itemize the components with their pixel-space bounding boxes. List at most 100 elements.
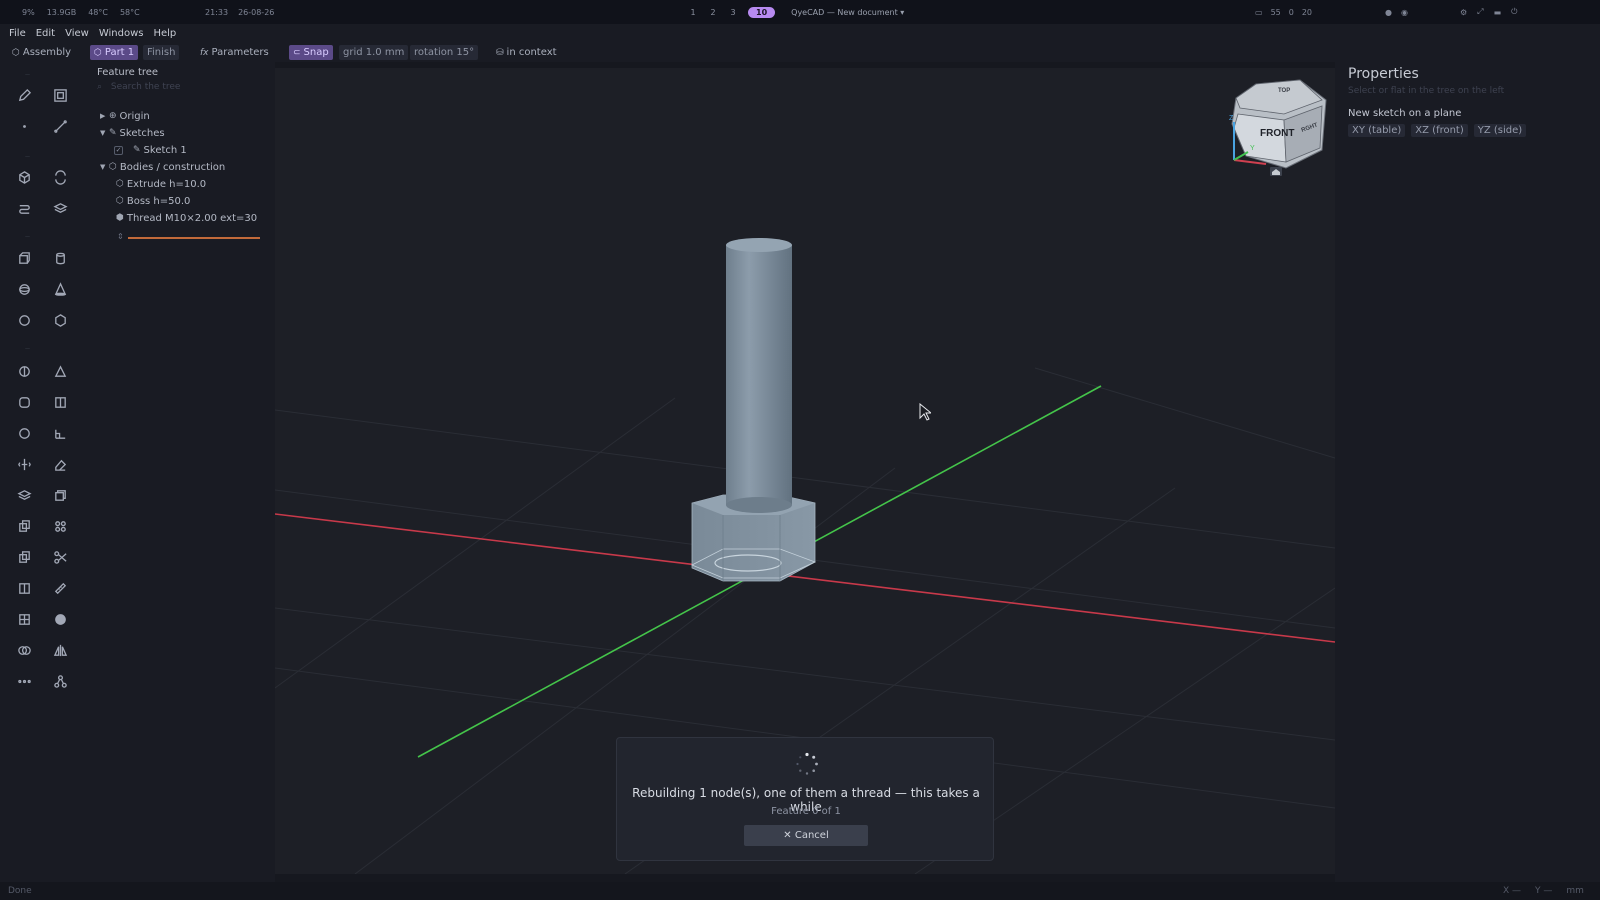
- sweep-icon[interactable]: [11, 195, 37, 221]
- system-indicators: ▭ 55 0 20: [1255, 0, 1312, 24]
- pencil-icon[interactable]: [11, 82, 37, 108]
- clock-time: 21:33: [205, 7, 229, 17]
- assembly-graph-icon[interactable]: [47, 668, 73, 694]
- chamfer-icon[interactable]: [47, 389, 73, 415]
- revolve-icon[interactable]: [47, 164, 73, 190]
- rotation-step-field[interactable]: rotation 15°: [410, 45, 479, 60]
- in-context-toggle[interactable]: ⛁ in context: [492, 45, 561, 60]
- scissors-icon[interactable]: [47, 544, 73, 570]
- part-button[interactable]: ⬡ Part 1: [90, 45, 139, 60]
- properties-title: Properties: [1348, 66, 1419, 82]
- group-separator: —: [25, 234, 30, 240]
- bolt-model[interactable]: [691, 238, 817, 582]
- tree-node-sketch-1[interactable]: ✓ ✎ Sketch 1: [114, 143, 187, 157]
- sketch-frame-icon[interactable]: [47, 82, 73, 108]
- workspace-2[interactable]: 2: [708, 8, 718, 17]
- plane-xy-button[interactable]: XY (table): [1348, 124, 1406, 137]
- torus-icon[interactable]: [11, 307, 37, 333]
- avatar[interactable]: ◉: [1401, 8, 1408, 17]
- sphere-icon[interactable]: [11, 276, 37, 302]
- loft-icon[interactable]: [47, 195, 73, 221]
- intersect-icon[interactable]: [11, 637, 37, 663]
- more-icon[interactable]: [11, 668, 37, 694]
- group-separator: —: [25, 346, 30, 352]
- menu-view[interactable]: View: [65, 28, 89, 39]
- microphone-icon[interactable]: ●: [1385, 8, 1392, 17]
- workspace-3[interactable]: 3: [728, 8, 738, 17]
- plane-xz-button[interactable]: XZ (front): [1411, 124, 1468, 137]
- eraser-icon[interactable]: [47, 451, 73, 477]
- tree-node-extrude[interactable]: ⬡ Extrude h=10.0: [116, 177, 206, 191]
- power-icon[interactable]: ⏻: [1511, 7, 1517, 17]
- workspace-1[interactable]: 1: [688, 8, 698, 17]
- snap-toggle[interactable]: ⊂ Snap: [289, 45, 333, 60]
- tree-node-bodies[interactable]: ▼ ⬡ Bodies / construction: [100, 160, 225, 174]
- symmetry-icon[interactable]: [47, 637, 73, 663]
- mirror-icon[interactable]: [11, 451, 37, 477]
- cone-icon[interactable]: [47, 276, 73, 302]
- visibility-checkbox[interactable]: ✓: [114, 145, 123, 155]
- expand-arrow-icon[interactable]: ▶: [100, 112, 109, 120]
- context-icon: ⛁: [496, 47, 504, 58]
- thread-icon: ⬢: [116, 213, 124, 223]
- copy-icon[interactable]: [11, 513, 37, 539]
- workspace-active[interactable]: 10: [748, 6, 776, 18]
- grid-size-field[interactable]: grid 1.0 mm: [339, 45, 409, 60]
- y-coordinate: Y —: [1535, 886, 1553, 896]
- offset-icon[interactable]: [47, 482, 73, 508]
- prism-icon[interactable]: [47, 307, 73, 333]
- fillet-icon[interactable]: [11, 389, 37, 415]
- layers-icon[interactable]: [11, 482, 37, 508]
- parameters-button[interactable]: fx Parameters: [196, 45, 273, 60]
- extrude-icon[interactable]: [11, 164, 37, 190]
- view-cube[interactable]: FRONT TOP RGHT Z Y: [1226, 76, 1334, 176]
- tree-search-input[interactable]: ⌕ Search the tree: [97, 82, 257, 96]
- tree-node-boss[interactable]: ⬡ Boss h=50.0: [116, 194, 190, 208]
- material-icon[interactable]: [47, 606, 73, 632]
- active-window-title[interactable]: QyeCAD — New document ▾: [791, 8, 904, 17]
- rollback-bar[interactable]: [128, 237, 260, 239]
- assembly-button[interactable]: ⬡ Assembly: [8, 45, 75, 60]
- point-icon[interactable]: [11, 113, 37, 139]
- collapse-arrow-icon[interactable]: ▼: [100, 129, 109, 137]
- minimize-icon[interactable]: ▬: [1494, 8, 1502, 17]
- menu-windows[interactable]: Windows: [99, 28, 144, 39]
- origin-icon: ⊕: [109, 111, 117, 121]
- menu-help[interactable]: Help: [153, 28, 176, 39]
- feature-tree-title: Feature tree: [97, 67, 159, 78]
- tree-node-origin[interactable]: ▶ ⊕ Origin: [100, 109, 150, 123]
- view-cube-front[interactable]: FRONT: [1260, 128, 1294, 139]
- split-icon[interactable]: [11, 575, 37, 601]
- boolean-icon[interactable]: [11, 544, 37, 570]
- collapse-arrow-icon[interactable]: ▼: [100, 163, 109, 171]
- fullscreen-icon[interactable]: ⤢: [1477, 7, 1483, 17]
- cpu-temp-stat: 48°C: [88, 7, 108, 17]
- body-icon: ⬡: [109, 162, 117, 172]
- cancel-button[interactable]: ✕ Cancel: [744, 825, 868, 846]
- measure-icon[interactable]: [47, 575, 73, 601]
- rollback-handle-icon[interactable]: ⇕: [117, 232, 124, 241]
- draft-icon[interactable]: [47, 358, 73, 384]
- tree-node-sketches[interactable]: ▼ ✎ Sketches: [100, 126, 165, 140]
- rebuild-feature-count: Feature 0 of 1: [771, 806, 841, 817]
- angle-icon[interactable]: [47, 420, 73, 446]
- settings-icon[interactable]: ⚙: [1460, 8, 1467, 17]
- menu-file[interactable]: File: [9, 28, 26, 39]
- plane-yz-button[interactable]: YZ (side): [1473, 124, 1527, 137]
- shell-icon[interactable]: [11, 358, 37, 384]
- finish-button[interactable]: Finish: [143, 45, 180, 60]
- pattern-icon[interactable]: [47, 513, 73, 539]
- screen-icon[interactable]: ▭: [1255, 8, 1263, 17]
- grid-icon[interactable]: [11, 606, 37, 632]
- tree-node-thread[interactable]: ⬢ Thread M10×2.00 ext=30: [116, 211, 257, 225]
- volume-indicator[interactable]: 55: [1271, 8, 1281, 17]
- hole-icon[interactable]: [11, 420, 37, 446]
- line-icon[interactable]: [47, 113, 73, 139]
- system-stats: 9% 13.9GB 48°C 58°C: [22, 0, 140, 24]
- cylinder-icon[interactable]: [47, 245, 73, 271]
- network-indicator[interactable]: 0: [1289, 8, 1294, 17]
- menu-edit[interactable]: Edit: [36, 28, 55, 39]
- brightness-indicator[interactable]: 20: [1302, 8, 1312, 17]
- box-icon[interactable]: [11, 245, 37, 271]
- view-cube-top[interactable]: TOP: [1278, 88, 1290, 94]
